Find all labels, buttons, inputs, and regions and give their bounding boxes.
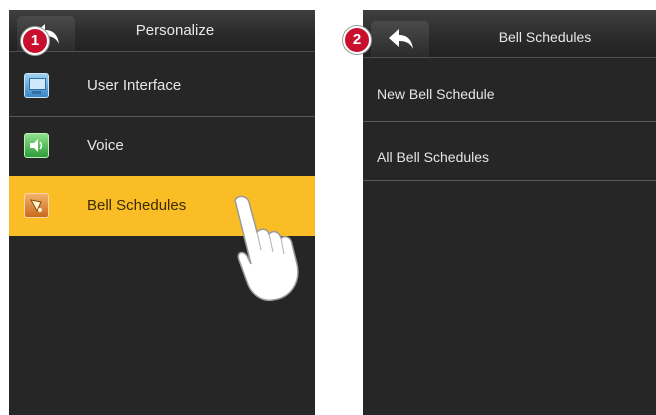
back-button[interactable] bbox=[371, 21, 429, 57]
menu-item-label: Bell Schedules bbox=[87, 197, 187, 214]
menu-item-label: New Bell Schedule bbox=[377, 86, 495, 102]
speaker-icon bbox=[24, 133, 49, 158]
menu-item-label: All Bell Schedules bbox=[377, 149, 490, 165]
divider bbox=[363, 180, 656, 181]
back-arrow-icon bbox=[389, 29, 413, 49]
personalize-screen: Personalize User Interface Voice Bell Sc… bbox=[9, 10, 315, 415]
menu-item-new-bell-schedule[interactable]: New Bell Schedule bbox=[363, 58, 656, 121]
pointing-hand-icon bbox=[234, 195, 299, 302]
title-bar: Bell Schedules bbox=[363, 10, 656, 58]
title-bar: Personalize bbox=[9, 10, 315, 52]
screen-title: Bell Schedules bbox=[498, 29, 592, 45]
menu-item-all-bell-schedules[interactable]: All Bell Schedules bbox=[363, 122, 656, 180]
menu-item-user-interface[interactable]: User Interface bbox=[9, 56, 315, 116]
bell-icon bbox=[24, 193, 49, 218]
bell-schedules-screen: Bell Schedules New Bell Schedule All Bel… bbox=[363, 10, 656, 415]
step-1-badge: 1 bbox=[21, 27, 49, 55]
menu-item-label: User Interface bbox=[87, 77, 182, 94]
menu-item-label: Voice bbox=[87, 137, 124, 154]
monitor-icon bbox=[24, 73, 49, 98]
menu-item-voice[interactable]: Voice bbox=[9, 116, 315, 176]
step-2-badge: 2 bbox=[343, 26, 371, 54]
screen-title: Personalize bbox=[135, 22, 215, 39]
